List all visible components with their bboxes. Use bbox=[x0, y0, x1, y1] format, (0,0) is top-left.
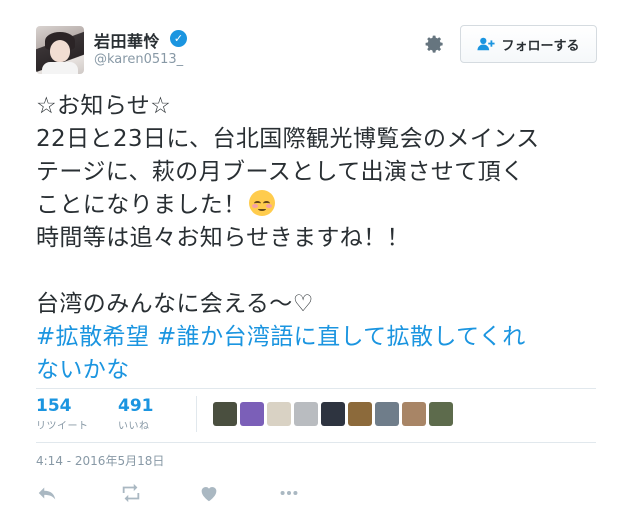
like-count: 491 bbox=[118, 396, 154, 416]
more-icon[interactable] bbox=[278, 482, 300, 504]
like-count-stat[interactable]: 491 いいね bbox=[118, 396, 154, 432]
like-label: いいね bbox=[118, 421, 150, 432]
tweet-card: 岩田華怜 ✓ @karen0513_ フォローする ☆お知らせ☆ 22日と23日… bbox=[0, 0, 634, 532]
tweet-actions bbox=[36, 482, 596, 504]
tweet-line: ☆お知らせ☆ bbox=[36, 93, 172, 119]
retweet-count: 154 bbox=[36, 396, 72, 416]
liker-avatar[interactable] bbox=[348, 402, 372, 426]
hashtag-link-continuation[interactable]: ないかな bbox=[36, 354, 606, 387]
liker-avatar[interactable] bbox=[213, 402, 237, 426]
tweet-line: ことになりました！ bbox=[36, 192, 247, 218]
hashtag-line: #拡散希望 #誰か台湾語に直して拡散してくれ bbox=[36, 321, 606, 354]
hashtag-link[interactable]: #拡散希望 bbox=[36, 324, 149, 350]
tweet-line: 22日と23日に、台北国際観光博覧会のメインス bbox=[36, 126, 540, 152]
hashtag-link[interactable]: #誰か台湾語に直して拡散してくれ bbox=[157, 324, 526, 350]
liker-avatar[interactable] bbox=[267, 402, 291, 426]
liker-avatar[interactable] bbox=[240, 402, 264, 426]
liker-avatars bbox=[213, 402, 453, 426]
liker-avatar[interactable] bbox=[321, 402, 345, 426]
tweet-line-with-emoji: ことになりました！ bbox=[36, 189, 606, 222]
add-user-icon bbox=[477, 37, 496, 51]
gear-icon[interactable] bbox=[424, 34, 446, 56]
tweet-text: ☆お知らせ☆ 22日と23日に、台北国際観光博覧会のメインス テージに、萩の月ブ… bbox=[36, 90, 606, 387]
liker-avatar[interactable] bbox=[294, 402, 318, 426]
stats-separator bbox=[196, 396, 197, 432]
retweet-label: リツイート bbox=[36, 421, 89, 432]
avatar[interactable] bbox=[36, 26, 84, 74]
liker-avatar[interactable] bbox=[375, 402, 399, 426]
username-handle[interactable]: @karen0513_ bbox=[94, 52, 183, 67]
tweet-line: テージに、萩の月ブースとして出演させて頂く bbox=[36, 159, 525, 185]
retweet-icon[interactable] bbox=[120, 482, 142, 504]
tweet-line: 台湾のみんなに会える～♡ bbox=[36, 291, 314, 317]
divider bbox=[36, 442, 596, 443]
smiling-face-emoji-icon bbox=[248, 190, 275, 216]
tweet-timestamp[interactable]: 4:14 - 2016年5月18日 bbox=[36, 452, 164, 469]
retweet-count-stat[interactable]: 154 リツイート bbox=[36, 396, 89, 432]
follow-button[interactable]: フォローする bbox=[460, 25, 597, 63]
tweet-line: 時間等は追々お知らせきますね！！ bbox=[36, 225, 410, 251]
follow-button-label: フォローする bbox=[501, 38, 580, 54]
like-icon[interactable] bbox=[198, 482, 220, 504]
liker-avatar[interactable] bbox=[402, 402, 426, 426]
reply-icon[interactable] bbox=[36, 482, 58, 504]
display-name[interactable]: 岩田華怜 bbox=[94, 28, 160, 52]
divider bbox=[36, 388, 596, 389]
verified-badge-icon: ✓ bbox=[170, 30, 187, 47]
liker-avatar[interactable] bbox=[429, 402, 453, 426]
